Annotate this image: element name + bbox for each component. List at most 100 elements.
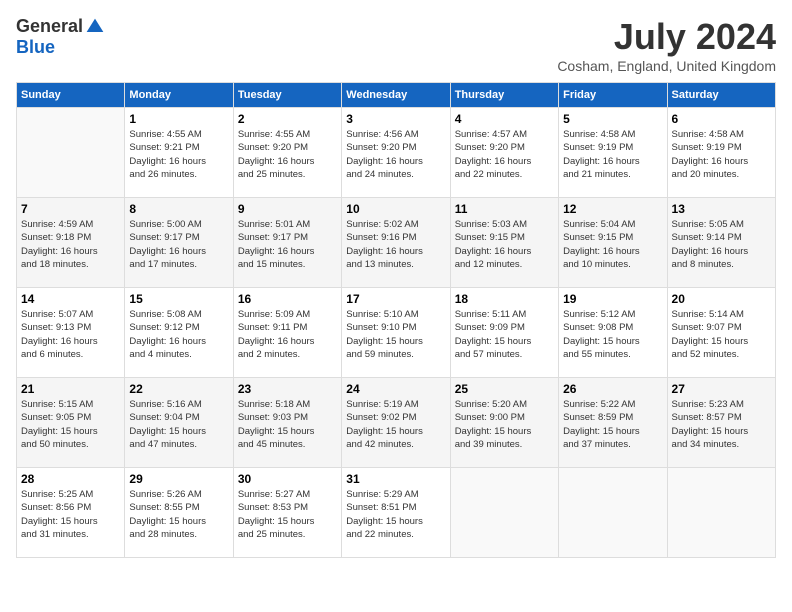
location: Cosham, England, United Kingdom: [557, 58, 776, 74]
day-number: 15: [129, 292, 228, 306]
day-number: 26: [563, 382, 662, 396]
day-number: 5: [563, 112, 662, 126]
day-number: 3: [346, 112, 445, 126]
col-header-sunday: Sunday: [17, 83, 125, 108]
day-info: Sunrise: 5:10 AM Sunset: 9:10 PM Dayligh…: [346, 308, 445, 361]
col-header-tuesday: Tuesday: [233, 83, 341, 108]
day-number: 17: [346, 292, 445, 306]
day-info: Sunrise: 5:01 AM Sunset: 9:17 PM Dayligh…: [238, 218, 337, 271]
calendar-cell: 23 Sunrise: 5:18 AM Sunset: 9:03 PM Dayli…: [233, 378, 341, 468]
day-number: 4: [455, 112, 554, 126]
calendar-cell: 29 Sunrise: 5:26 AM Sunset: 8:55 PM Dayli…: [125, 468, 233, 558]
day-info: Sunrise: 5:05 AM Sunset: 9:14 PM Dayligh…: [672, 218, 771, 271]
day-number: 28: [21, 472, 120, 486]
day-number: 18: [455, 292, 554, 306]
day-number: 6: [672, 112, 771, 126]
day-number: 22: [129, 382, 228, 396]
day-number: 9: [238, 202, 337, 216]
col-header-friday: Friday: [559, 83, 667, 108]
calendar-cell: 12 Sunrise: 5:04 AM Sunset: 9:15 PM Dayli…: [559, 198, 667, 288]
day-number: 16: [238, 292, 337, 306]
day-info: Sunrise: 5:16 AM Sunset: 9:04 PM Dayligh…: [129, 398, 228, 451]
calendar-cell: 13 Sunrise: 5:05 AM Sunset: 9:14 PM Dayli…: [667, 198, 775, 288]
day-number: 23: [238, 382, 337, 396]
calendar-cell: 16Sunrise: 5:09 AM Sunset: 9:11 PM Dayli…: [233, 288, 341, 378]
day-info: Sunrise: 5:29 AM Sunset: 8:51 PM Dayligh…: [346, 488, 445, 541]
day-number: 12: [563, 202, 662, 216]
day-info: Sunrise: 5:12 AM Sunset: 9:08 PM Dayligh…: [563, 308, 662, 361]
day-number: 14: [21, 292, 120, 306]
day-info: Sunrise: 5:14 AM Sunset: 9:07 PM Dayligh…: [672, 308, 771, 361]
day-info: Sunrise: 5:07 AM Sunset: 9:13 PM Dayligh…: [21, 308, 120, 361]
day-info: Sunrise: 4:55 AM Sunset: 9:20 PM Dayligh…: [238, 128, 337, 181]
day-info: Sunrise: 5:04 AM Sunset: 9:15 PM Dayligh…: [563, 218, 662, 271]
calendar-cell: 2 Sunrise: 4:55 AM Sunset: 9:20 PM Daylig…: [233, 108, 341, 198]
day-number: 11: [455, 202, 554, 216]
calendar-cell: 22 Sunrise: 5:16 AM Sunset: 9:04 PM Dayli…: [125, 378, 233, 468]
day-number: 24: [346, 382, 445, 396]
calendar-cell: 6Sunrise: 4:58 AM Sunset: 9:19 PM Daylig…: [667, 108, 775, 198]
calendar-cell: 30Sunrise: 5:27 AM Sunset: 8:53 PM Dayli…: [233, 468, 341, 558]
calendar-cell: 27 Sunrise: 5:23 AM Sunset: 8:57 PM Dayli…: [667, 378, 775, 468]
calendar-cell: 1Sunrise: 4:55 AM Sunset: 9:21 PM Daylig…: [125, 108, 233, 198]
calendar-cell: 9 Sunrise: 5:01 AM Sunset: 9:17 PM Daylig…: [233, 198, 341, 288]
calendar-table: SundayMondayTuesdayWednesdayThursdayFrid…: [16, 82, 776, 558]
col-header-wednesday: Wednesday: [342, 83, 450, 108]
day-number: 1: [129, 112, 228, 126]
calendar-cell: [559, 468, 667, 558]
calendar-cell: 14 Sunrise: 5:07 AM Sunset: 9:13 PM Dayli…: [17, 288, 125, 378]
day-info: Sunrise: 5:22 AM Sunset: 8:59 PM Dayligh…: [563, 398, 662, 451]
title-section: July 2024 Cosham, England, United Kingdo…: [557, 16, 776, 74]
day-info: Sunrise: 5:15 AM Sunset: 9:05 PM Dayligh…: [21, 398, 120, 451]
day-number: 21: [21, 382, 120, 396]
calendar-cell: 19 Sunrise: 5:12 AM Sunset: 9:08 PM Dayli…: [559, 288, 667, 378]
logo-icon: [85, 17, 105, 37]
calendar-cell: 28Sunrise: 5:25 AM Sunset: 8:56 PM Dayli…: [17, 468, 125, 558]
calendar-week-2: 7 Sunrise: 4:59 AM Sunset: 9:18 PM Daylig…: [17, 198, 776, 288]
day-number: 31: [346, 472, 445, 486]
day-info: Sunrise: 5:27 AM Sunset: 8:53 PM Dayligh…: [238, 488, 337, 541]
day-info: Sunrise: 5:20 AM Sunset: 9:00 PM Dayligh…: [455, 398, 554, 451]
calendar-cell: 17 Sunrise: 5:10 AM Sunset: 9:10 PM Dayli…: [342, 288, 450, 378]
logo-general: General: [16, 16, 83, 37]
day-info: Sunrise: 4:57 AM Sunset: 9:20 PM Dayligh…: [455, 128, 554, 181]
calendar-cell: 11 Sunrise: 5:03 AM Sunset: 9:15 PM Dayli…: [450, 198, 558, 288]
calendar-cell: 7 Sunrise: 4:59 AM Sunset: 9:18 PM Daylig…: [17, 198, 125, 288]
day-number: 2: [238, 112, 337, 126]
day-number: 13: [672, 202, 771, 216]
calendar-cell: 4 Sunrise: 4:57 AM Sunset: 9:20 PM Daylig…: [450, 108, 558, 198]
day-number: 19: [563, 292, 662, 306]
day-info: Sunrise: 4:58 AM Sunset: 9:19 PM Dayligh…: [563, 128, 662, 181]
day-info: Sunrise: 5:26 AM Sunset: 8:55 PM Dayligh…: [129, 488, 228, 541]
day-info: Sunrise: 5:18 AM Sunset: 9:03 PM Dayligh…: [238, 398, 337, 451]
col-header-saturday: Saturday: [667, 83, 775, 108]
calendar-cell: 21 Sunrise: 5:15 AM Sunset: 9:05 PM Dayli…: [17, 378, 125, 468]
calendar-cell: 26 Sunrise: 5:22 AM Sunset: 8:59 PM Dayli…: [559, 378, 667, 468]
calendar-cell: [17, 108, 125, 198]
day-info: Sunrise: 5:11 AM Sunset: 9:09 PM Dayligh…: [455, 308, 554, 361]
day-number: 27: [672, 382, 771, 396]
calendar-cell: [667, 468, 775, 558]
day-info: Sunrise: 5:23 AM Sunset: 8:57 PM Dayligh…: [672, 398, 771, 451]
day-number: 29: [129, 472, 228, 486]
calendar-week-5: 28Sunrise: 5:25 AM Sunset: 8:56 PM Dayli…: [17, 468, 776, 558]
day-number: 7: [21, 202, 120, 216]
calendar-cell: 31 Sunrise: 5:29 AM Sunset: 8:51 PM Dayli…: [342, 468, 450, 558]
month-title: July 2024: [557, 16, 776, 58]
calendar-week-4: 21 Sunrise: 5:15 AM Sunset: 9:05 PM Dayli…: [17, 378, 776, 468]
calendar-week-1: 1Sunrise: 4:55 AM Sunset: 9:21 PM Daylig…: [17, 108, 776, 198]
day-info: Sunrise: 5:00 AM Sunset: 9:17 PM Dayligh…: [129, 218, 228, 271]
day-info: Sunrise: 4:59 AM Sunset: 9:18 PM Dayligh…: [21, 218, 120, 271]
logo-blue: Blue: [16, 37, 55, 58]
calendar-header-row: SundayMondayTuesdayWednesdayThursdayFrid…: [17, 83, 776, 108]
day-info: Sunrise: 5:03 AM Sunset: 9:15 PM Dayligh…: [455, 218, 554, 271]
page-header: General Blue July 2024 Cosham, England, …: [16, 16, 776, 74]
col-header-monday: Monday: [125, 83, 233, 108]
calendar-cell: 3 Sunrise: 4:56 AM Sunset: 9:20 PM Daylig…: [342, 108, 450, 198]
logo: General Blue: [16, 16, 105, 58]
day-info: Sunrise: 4:56 AM Sunset: 9:20 PM Dayligh…: [346, 128, 445, 181]
day-number: 20: [672, 292, 771, 306]
day-number: 25: [455, 382, 554, 396]
calendar-cell: 25 Sunrise: 5:20 AM Sunset: 9:00 PM Dayli…: [450, 378, 558, 468]
calendar-cell: 15Sunrise: 5:08 AM Sunset: 9:12 PM Dayli…: [125, 288, 233, 378]
